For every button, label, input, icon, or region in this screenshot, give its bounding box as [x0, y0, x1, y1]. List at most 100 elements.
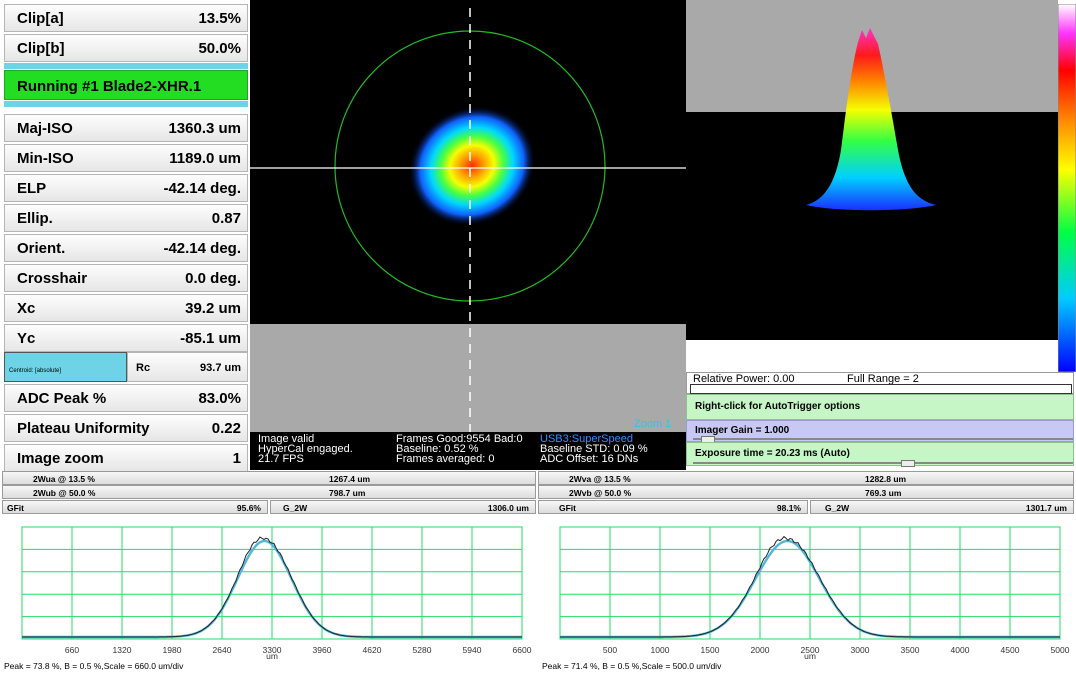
metric-label: Plateau Uniformity: [17, 420, 150, 437]
running-status[interactable]: Running #1 Blade2-XHR.1: [4, 70, 248, 100]
exposure-control[interactable]: Exposure time = 20.23 ms (Auto): [686, 442, 1074, 467]
gfit-u: GFit 95.6%: [2, 500, 268, 514]
measurement-2wva: 2Wva @ 13.5 % 1282.8 um: [538, 471, 1074, 485]
gfit-v: GFit 98.1%: [538, 500, 808, 514]
g2w-value: 1301.7 um: [1025, 503, 1067, 513]
gfit-value: 98.1%: [776, 503, 801, 513]
metric-row-ellip[interactable]: Ellip. 0.87: [4, 204, 248, 232]
measurement-2wvb: 2Wvb @ 50.0 % 769.3 um: [538, 485, 1074, 499]
metric-label: Xc: [17, 300, 36, 317]
beam-2d-view[interactable]: [250, 0, 686, 432]
tick-label: 6600: [513, 645, 532, 655]
tick-label: 660: [65, 645, 79, 655]
gfit-label: GFit: [559, 503, 576, 513]
beam-3d-view[interactable]: [686, 0, 1058, 372]
metric-row-clip-a[interactable]: Clip[a] 13.5%: [4, 4, 248, 32]
metric-label: Clip[b]: [17, 40, 65, 57]
metric-row-crosshair[interactable]: Crosshair 0.0 deg.: [4, 264, 248, 292]
metric-row-elp[interactable]: ELP -42.14 deg.: [4, 174, 248, 202]
g2w-label: G_2W: [825, 503, 850, 513]
metric-row-rc[interactable]: Rc 93.7 um: [127, 352, 248, 382]
metric-label: ADC Peak %: [17, 390, 107, 407]
tick-label: 2640: [213, 645, 232, 655]
tick-label: 1000: [651, 645, 670, 655]
metric-row-clip-b[interactable]: Clip[b] 50.0%: [4, 34, 248, 62]
image-margin: [250, 324, 686, 432]
metric-label: Image zoom: [17, 450, 104, 467]
metric-value: 13.5%: [198, 10, 241, 27]
zoom-label: Zoom 1: [634, 418, 672, 430]
metric-label: Clip[a]: [17, 10, 64, 27]
metric-value: 1360.3 um: [168, 120, 241, 137]
tick-label: 3960: [313, 645, 332, 655]
axis-unit-label: um: [804, 651, 816, 661]
g2w-value: 1306.0 um: [487, 503, 529, 513]
metric-row-xc[interactable]: Xc 39.2 um: [4, 294, 248, 322]
gfit-value: 95.6%: [236, 503, 261, 513]
axis-unit-label: um: [266, 651, 278, 661]
plot-u-footer: Peak = 73.8 %, B = 0.5 %,Scale = 660.0 u…: [4, 661, 184, 671]
centroid-mode-button[interactable]: Centroid: [absolute]: [4, 352, 127, 382]
metric-row-orient[interactable]: Orient. -42.14 deg.: [4, 234, 248, 262]
tick-label: 1980: [163, 645, 182, 655]
metric-value: 39.2 um: [185, 300, 241, 317]
tick-label: 4620: [363, 645, 382, 655]
metric-label: Min-ISO: [17, 150, 74, 167]
exposure-slider-track[interactable]: [693, 462, 1073, 464]
profile-plot-u[interactable]: 660 1320 1980 2640 3300 3960 4620 5280 5940 6600u…: [0, 515, 538, 661]
gain-label: Imager Gain = 1.000: [695, 425, 790, 436]
status-bar: Image valid HyperCal engaged. 21.7 FPS F…: [250, 432, 686, 470]
relative-power-bar: [690, 384, 1072, 394]
metric-label: Ellip.: [17, 210, 53, 227]
measurement-value: 1267.4 um: [329, 474, 371, 484]
g2w-label: G_2W: [283, 503, 308, 513]
autotrigger-button[interactable]: Right-click for AutoTrigger options: [686, 394, 1074, 420]
exposure-slider-thumb[interactable]: [901, 460, 915, 467]
measurement-label: 2Wva @ 13.5 %: [569, 474, 631, 484]
metric-value: 93.7 um: [200, 362, 241, 374]
status-frames-averaged: Frames averaged: 0: [396, 453, 495, 465]
gfit-label: GFit: [7, 503, 24, 513]
tick-label: 4000: [951, 645, 970, 655]
tick-label: 5940: [463, 645, 482, 655]
tick-label: 1320: [113, 645, 132, 655]
imager-gain-control[interactable]: Imager Gain = 1.000: [686, 420, 1074, 443]
metric-value: 1189.0 um: [169, 150, 241, 167]
gain-slider-track[interactable]: [693, 438, 1073, 440]
status-adc-offset: ADC Offset: 16 DNs: [540, 453, 639, 465]
metric-value: -85.1 um: [180, 330, 241, 347]
metric-value: 1: [232, 450, 241, 467]
metric-value: 50.0%: [198, 40, 241, 57]
metric-label: Orient.: [17, 240, 66, 257]
tick-label: 3000: [851, 645, 870, 655]
measurement-label: 2Wub @ 50.0 %: [33, 488, 96, 498]
tick-label: 5280: [413, 645, 432, 655]
status-fps: 21.7 FPS: [258, 453, 304, 465]
metric-row-image-zoom[interactable]: Image zoom 1: [4, 444, 248, 472]
measurement-2wua: 2Wua @ 13.5 % 1267.4 um: [2, 471, 536, 485]
profile-plot-v[interactable]: 500 1000 1500 2000 2500 3000 3500 4000 4500 5000u…: [538, 515, 1076, 661]
tick-label: 1500: [701, 645, 720, 655]
color-scale-bar: [1058, 4, 1076, 372]
metric-label: Crosshair: [17, 270, 88, 287]
metric-label: ELP: [17, 180, 47, 197]
plot-v-footer: Peak = 71.4 %, B = 0.5 %,Scale = 500.0 u…: [542, 661, 722, 671]
divider: [4, 63, 248, 69]
metric-row-min-iso[interactable]: Min-ISO 1189.0 um: [4, 144, 248, 172]
tick-label: 4500: [1001, 645, 1020, 655]
metric-row-yc[interactable]: Yc -85.1 um: [4, 324, 248, 352]
divider: [4, 101, 248, 107]
tick-label: 500: [603, 645, 617, 655]
metric-label: Yc: [17, 330, 36, 347]
metric-row-adc-peak[interactable]: ADC Peak % 83.0%: [4, 384, 248, 412]
exposure-label: Exposure time = 20.23 ms (Auto): [695, 448, 850, 459]
measurement-label: 2Wua @ 13.5 %: [33, 474, 95, 484]
metric-value: -42.14 deg.: [163, 240, 241, 257]
metric-value: -42.14 deg.: [163, 180, 241, 197]
measurement-value: 1282.8 um: [865, 474, 907, 484]
running-label: Running #1 Blade2-XHR.1: [17, 78, 202, 95]
metric-row-plateau-uniformity[interactable]: Plateau Uniformity 0.22: [4, 414, 248, 442]
metric-value: 0.22: [211, 420, 241, 437]
metric-row-maj-iso[interactable]: Maj-ISO 1360.3 um: [4, 114, 248, 142]
metric-label: Rc: [136, 362, 151, 374]
